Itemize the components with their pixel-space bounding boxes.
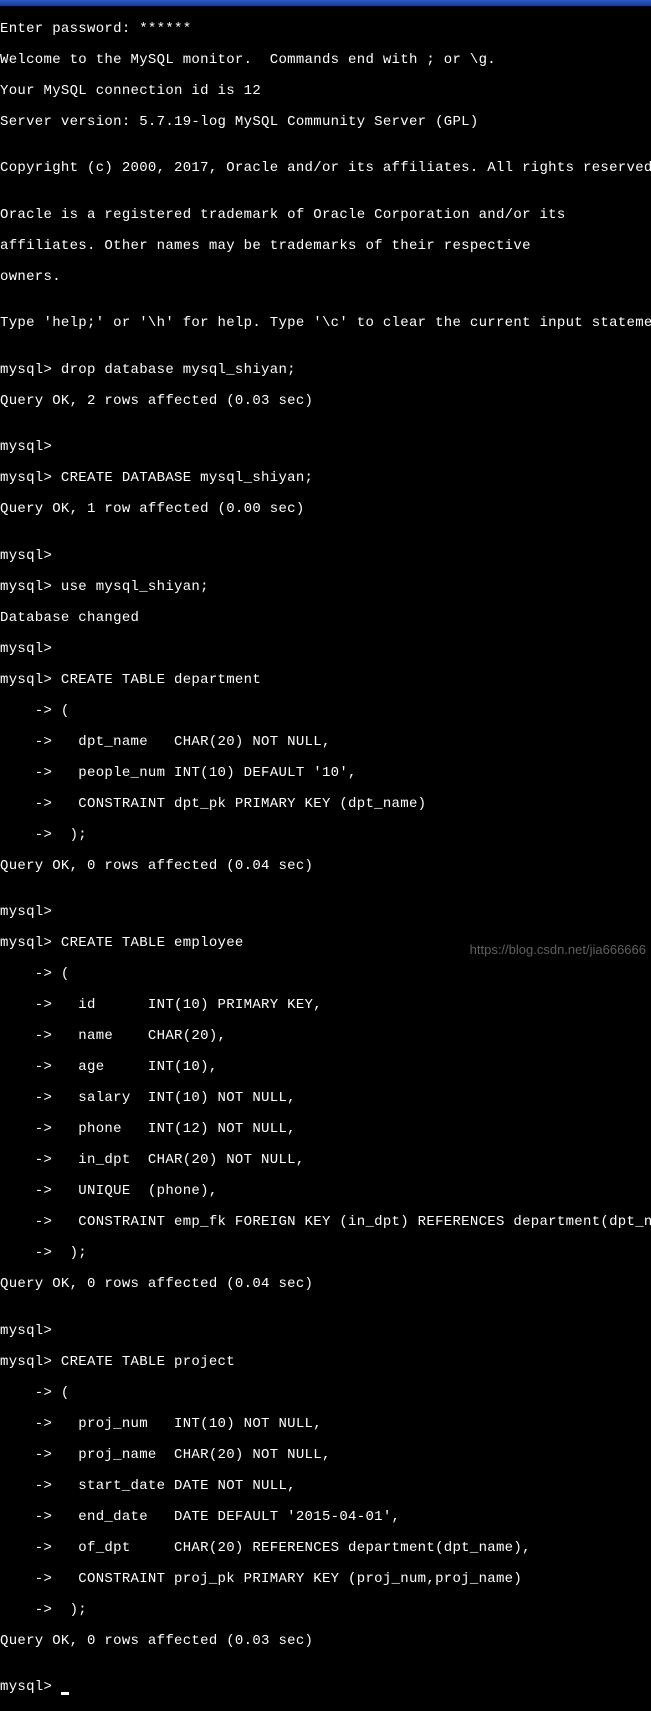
continuation-line: -> (	[0, 967, 651, 983]
prompt-line: mysql> CREATE TABLE department	[0, 673, 651, 689]
output-line: Copyright (c) 2000, 2017, Oracle and/or …	[0, 161, 651, 177]
prompt-line: mysql>	[0, 549, 651, 565]
continuation-line: -> people_num INT(10) DEFAULT '10',	[0, 766, 651, 782]
output-line: Database changed	[0, 611, 651, 627]
prompt-line: mysql>	[0, 905, 651, 921]
continuation-line: -> );	[0, 1603, 651, 1619]
output-line: Server version: 5.7.19-log MySQL Communi…	[0, 115, 651, 131]
current-prompt-line[interactable]: mysql>	[0, 1680, 651, 1696]
continuation-line: -> CONSTRAINT dpt_pk PRIMARY KEY (dpt_na…	[0, 797, 651, 813]
continuation-line: -> end_date DATE DEFAULT '2015-04-01',	[0, 1510, 651, 1526]
output-line: Query OK, 2 rows affected (0.03 sec)	[0, 394, 651, 410]
continuation-line: -> name CHAR(20),	[0, 1029, 651, 1045]
continuation-line: -> proj_num INT(10) NOT NULL,	[0, 1417, 651, 1433]
output-line: Oracle is a registered trademark of Orac…	[0, 208, 651, 224]
prompt-line: mysql> use mysql_shiyan;	[0, 580, 651, 596]
prompt-line: mysql> drop database mysql_shiyan;	[0, 363, 651, 379]
cursor-icon	[61, 1692, 69, 1695]
continuation-line: -> dpt_name CHAR(20) NOT NULL,	[0, 735, 651, 751]
continuation-line: -> age INT(10),	[0, 1060, 651, 1076]
continuation-line: -> CONSTRAINT proj_pk PRIMARY KEY (proj_…	[0, 1572, 651, 1588]
output-line: owners.	[0, 270, 651, 286]
continuation-line: -> of_dpt CHAR(20) REFERENCES department…	[0, 1541, 651, 1557]
output-line: Query OK, 0 rows affected (0.04 sec)	[0, 859, 651, 875]
output-line: Type 'help;' or '\h' for help. Type '\c'…	[0, 316, 651, 332]
output-line: Enter password: ******	[0, 22, 651, 38]
output-line: Query OK, 0 rows affected (0.03 sec)	[0, 1634, 651, 1650]
output-line: Welcome to the MySQL monitor. Commands e…	[0, 53, 651, 69]
continuation-line: -> CONSTRAINT emp_fk FOREIGN KEY (in_dpt…	[0, 1215, 651, 1231]
output-line: Your MySQL connection id is 12	[0, 84, 651, 100]
continuation-line: -> );	[0, 1246, 651, 1262]
continuation-line: -> (	[0, 1386, 651, 1402]
prompt-line: mysql>	[0, 440, 651, 456]
continuation-line: -> id INT(10) PRIMARY KEY,	[0, 998, 651, 1014]
output-line: affiliates. Other names may be trademark…	[0, 239, 651, 255]
prompt-line: mysql> CREATE TABLE project	[0, 1355, 651, 1371]
continuation-line: -> in_dpt CHAR(20) NOT NULL,	[0, 1153, 651, 1169]
watermark-text: https://blog.csdn.net/jia666666	[470, 942, 646, 957]
continuation-line: -> salary INT(10) NOT NULL,	[0, 1091, 651, 1107]
prompt-line: mysql> CREATE DATABASE mysql_shiyan;	[0, 471, 651, 487]
output-line: Query OK, 0 rows affected (0.04 sec)	[0, 1277, 651, 1293]
continuation-line: -> );	[0, 828, 651, 844]
output-line: Query OK, 1 row affected (0.00 sec)	[0, 502, 651, 518]
continuation-line: -> proj_name CHAR(20) NOT NULL,	[0, 1448, 651, 1464]
prompt-line: mysql>	[0, 642, 651, 658]
continuation-line: -> start_date DATE NOT NULL,	[0, 1479, 651, 1495]
continuation-line: -> (	[0, 704, 651, 720]
prompt-text: mysql>	[0, 1679, 61, 1695]
continuation-line: -> UNIQUE (phone),	[0, 1184, 651, 1200]
prompt-line: mysql>	[0, 1324, 651, 1340]
continuation-line: -> phone INT(12) NOT NULL,	[0, 1122, 651, 1138]
terminal-output[interactable]: Enter password: ****** Welcome to the My…	[0, 6, 651, 1711]
